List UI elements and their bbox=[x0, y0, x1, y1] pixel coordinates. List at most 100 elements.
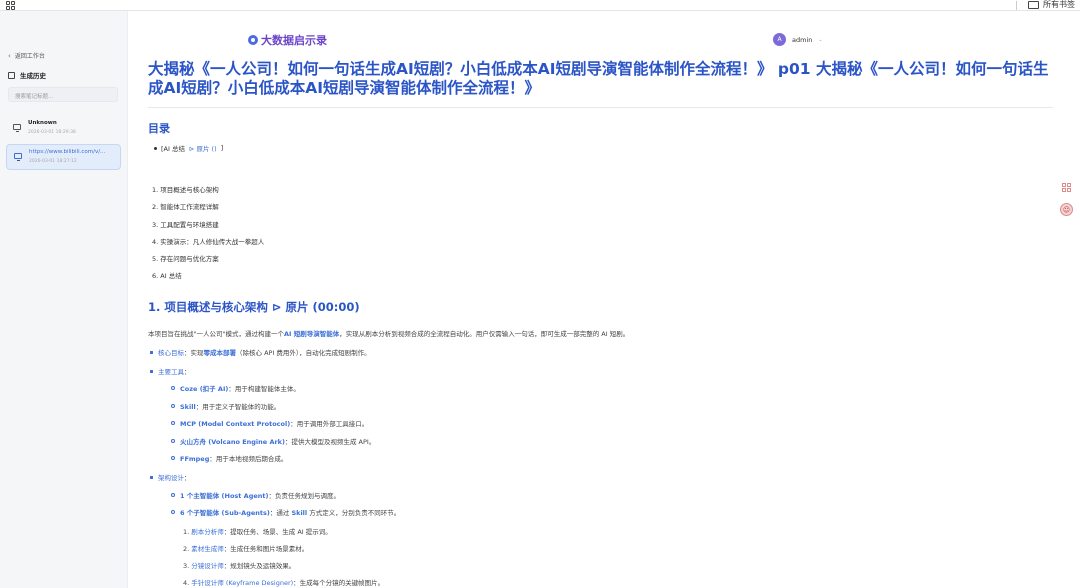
toc-item-suffix: ] bbox=[220, 144, 224, 152]
intro-paragraph: 本项目旨在挑战"一人公司"模式，通过构建一个AI 短剧导演智能体，实现从剧本分析… bbox=[148, 328, 629, 338]
assistant-icon[interactable]: ☺ bbox=[1060, 203, 1073, 216]
circle-bullet-icon bbox=[171, 493, 175, 497]
tools-colon: ： bbox=[184, 368, 191, 376]
tool-name: 火山方舟 (Volcano Engine Ark) bbox=[180, 438, 285, 446]
avatar: A bbox=[773, 33, 786, 46]
sub-agent-desc: ：提取任务、场景、生成 AI 提示词。 bbox=[223, 528, 332, 536]
monitor-icon bbox=[13, 124, 21, 132]
history-item-time: 2026-03-01 18:29:38 bbox=[28, 130, 76, 135]
history-icon bbox=[8, 71, 15, 79]
sub-agent-item: 2. 素材生成师：生成任务和图片场景素材。 bbox=[183, 543, 308, 553]
circle-bullet-icon bbox=[171, 404, 175, 408]
arch-sub-keyword: Skill bbox=[291, 509, 308, 517]
tool-desc: ：用于本地视频后期合成。 bbox=[209, 455, 288, 463]
chevron-left-icon: ‹ bbox=[8, 51, 11, 60]
history-item-title: Unknown bbox=[28, 120, 57, 126]
page-title: 大揭秘《一人公司！如何一句话生成AI短剧？小白低成本AI短剧导演智能体制作全流程… bbox=[148, 60, 1049, 97]
arch-main-name: 1 个主智能体 (Host Agent) bbox=[180, 492, 269, 500]
arch-main-desc: ：负责任务规划与调度。 bbox=[268, 492, 340, 500]
sub-agent-num: 3. bbox=[183, 562, 190, 570]
history-item-active[interactable]: https://www.bilibili.com/v/... 2026-03-0… bbox=[6, 144, 121, 170]
arch-item: 1 个主智能体 (Host Agent)：负责任务规划与调度。 bbox=[171, 490, 340, 500]
outline-item: 4. 实操演示：凡人修仙传大战一拳超人 bbox=[152, 238, 265, 246]
goal-label: 核心目标 bbox=[158, 349, 184, 357]
monitor-icon bbox=[14, 153, 22, 161]
list-item: 核心目标：实现零成本部署（除核心 API 费用外），自动化完成短剧制作。 bbox=[150, 347, 371, 357]
toc-heading: 目录 bbox=[148, 122, 170, 135]
tool-name: FFmpeg bbox=[180, 455, 210, 463]
sub-agent-desc: ：生成每个分镜的关键帧图片。 bbox=[293, 579, 385, 587]
all-bookmarks-link[interactable]: 所有书签 bbox=[1043, 0, 1075, 10]
user-name: admin bbox=[792, 35, 813, 44]
sub-agent-name: 手针设计师 (Keyframe Designer) bbox=[191, 579, 294, 587]
arch-label: 架构设计 bbox=[158, 474, 184, 482]
sub-agent-num: 1. bbox=[183, 528, 190, 536]
bullet-icon bbox=[154, 146, 157, 150]
tool-desc: ：用于构建智能体主体。 bbox=[228, 385, 300, 393]
section-heading: 1. 项目概述与核心架构 ⊳ 原片 (00:00) bbox=[148, 300, 360, 314]
arch-sub-mid: ：通过 bbox=[269, 509, 292, 517]
sidebar: ‹ 返回工作台 生成历史 搜索笔记标题... Unknown 2026-03-0… bbox=[0, 11, 128, 588]
outline-item: 3. 工具配置与环境搭建 bbox=[152, 221, 219, 229]
bullet-icon bbox=[150, 369, 153, 373]
sub-agent-name: 剧本分析师 bbox=[191, 528, 224, 536]
history-title: 生成历史 bbox=[8, 70, 46, 80]
sub-agent-num: 4. bbox=[183, 579, 190, 587]
tool-name: Skill bbox=[180, 403, 196, 411]
original-video-link[interactable]: ⊳ 原片 () bbox=[189, 143, 217, 153]
tool-name: MCP (Model Context Protocol) bbox=[180, 420, 291, 428]
circle-bullet-icon bbox=[171, 510, 175, 514]
sub-agent-desc: ：规划镜头及运镜效果。 bbox=[223, 562, 296, 570]
intro-keyword: AI 短剧导演智能体 bbox=[283, 330, 340, 338]
chevron-down-icon: ⌄ bbox=[818, 36, 823, 43]
tool-item: MCP (Model Context Protocol)：用于调用外部工具接口。 bbox=[171, 418, 368, 428]
qr-code-icon[interactable] bbox=[1062, 183, 1071, 192]
sub-agent-desc: ：生成任务和图片场景素材。 bbox=[223, 545, 309, 553]
arch-colon: ： bbox=[184, 474, 191, 482]
intro-text: 本项目旨在挑战"一人公司"模式，通过构建一个 bbox=[148, 330, 284, 338]
bullet-icon bbox=[150, 350, 153, 354]
bookmarks-divider bbox=[1016, 1, 1017, 10]
document: 大揭秘《一人公司！如何一句话生成AI短剧？小白低成本AI短剧导演智能体制作全流程… bbox=[148, 60, 1058, 108]
user-menu[interactable]: A admin ⌄ bbox=[773, 33, 823, 46]
list-item: 主要工具： bbox=[150, 366, 191, 376]
outline-item: 5. 存在问题与优化方案 bbox=[152, 255, 219, 263]
folder-icon[interactable] bbox=[1028, 1, 1039, 9]
circle-bullet-icon bbox=[171, 386, 175, 390]
toc-item: [AI 总结 ⊳ 原片 () ] bbox=[154, 143, 223, 153]
toc-item-prefix: [AI 总结 bbox=[161, 145, 185, 153]
circle-bullet-icon bbox=[171, 421, 175, 425]
tool-desc: ：用于定义子智能体的功能。 bbox=[195, 403, 281, 411]
tool-item: 火山方舟 (Volcano Engine Ark)：提供大模型及视频生成 API… bbox=[171, 436, 375, 446]
browser-bookmarks-bar: 所有书签 bbox=[0, 0, 1080, 11]
brand-logo[interactable]: 大数据启示录 bbox=[248, 32, 327, 48]
tool-desc: ：用于调用外部工具接口。 bbox=[290, 420, 369, 428]
goal-keyword: 零成本部署 bbox=[203, 349, 237, 357]
outline-item: 1. 项目概述与核心架构 bbox=[152, 186, 219, 194]
history-item[interactable]: Unknown 2026-03-01 18:29:38 bbox=[6, 116, 121, 142]
tools-label: 主要工具 bbox=[158, 368, 184, 376]
tool-item: Coze (扣子 AI)：用于构建智能体主体。 bbox=[171, 383, 300, 393]
back-to-workspace-link[interactable]: ‹ 返回工作台 bbox=[8, 51, 45, 61]
tool-item: FFmpeg：用于本地视频后期合成。 bbox=[171, 453, 287, 463]
sub-agent-name: 分镜设计师 bbox=[191, 562, 224, 570]
tool-item: Skill：用于定义子智能体的功能。 bbox=[171, 401, 280, 411]
list-item: 架构设计： bbox=[150, 472, 191, 482]
goal-text-end: （除核心 API 费用外），自动化完成短剧制作。 bbox=[236, 349, 371, 357]
arch-sub-desc: 方式定义，分别负责不同环节。 bbox=[307, 509, 401, 517]
sub-agent-name: 素材生成师 bbox=[191, 545, 224, 553]
goal-text: ：实现 bbox=[184, 349, 204, 357]
sub-agent-item: 4. 手针设计师 (Keyframe Designer)：生成每个分镜的关键帧图… bbox=[183, 577, 384, 587]
history-item-time: 2026-03-01 18:27:12 bbox=[29, 159, 77, 164]
arch-item: 6 个子智能体 (Sub-Agents)：通过 Skill 方式定义，分别负责不… bbox=[171, 507, 400, 517]
outline-item: 2. 智能体工作流程详解 bbox=[152, 203, 219, 211]
apps-grid-icon[interactable] bbox=[6, 1, 15, 10]
history-item-title: https://www.bilibili.com/v/... bbox=[29, 149, 106, 155]
search-input[interactable]: 搜索笔记标题... bbox=[8, 87, 118, 102]
outline-item: 6. AI 总结 bbox=[152, 272, 182, 280]
tool-name: Coze (扣子 AI) bbox=[180, 385, 229, 393]
tool-desc: ：提供大模型及视频生成 API。 bbox=[284, 438, 376, 446]
sub-agent-num: 2. bbox=[183, 545, 190, 553]
arch-sub-name: 6 个子智能体 (Sub-Agents) bbox=[180, 509, 270, 517]
brand-icon bbox=[248, 35, 258, 45]
